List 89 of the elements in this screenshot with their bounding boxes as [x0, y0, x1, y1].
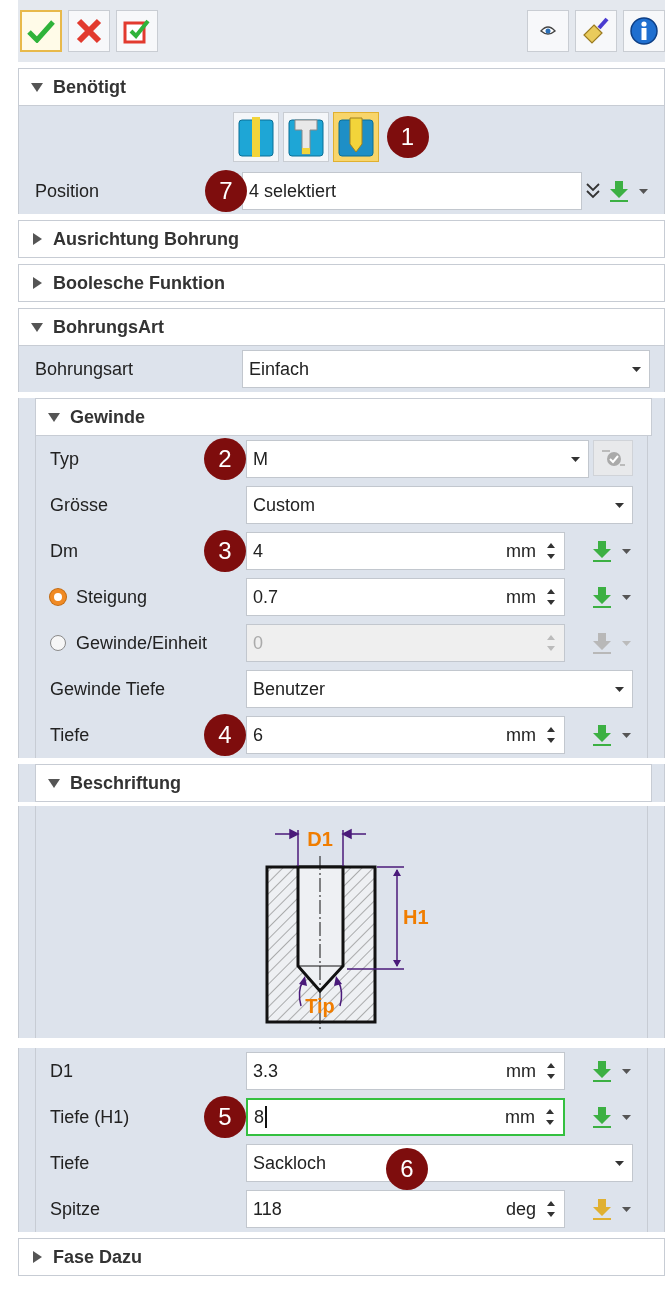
field-label: Tiefe (H1): [50, 1106, 130, 1128]
hole-type-button[interactable]: [282, 112, 329, 162]
caret-icon: [615, 1160, 624, 1166]
unit-label: mm: [506, 1060, 536, 1082]
callout-number: 3: [204, 530, 246, 572]
caret-icon: [639, 188, 648, 194]
dimension-label: D1: [306, 828, 333, 850]
field-label: Grösse: [50, 494, 109, 516]
field-label: Position: [35, 180, 100, 202]
through-hole-icon: [236, 116, 275, 158]
callout-number: 4: [204, 714, 246, 756]
dimension-label: H1: [402, 906, 429, 928]
unit-label: mm: [506, 586, 536, 608]
brush-button[interactable]: [575, 10, 617, 52]
apply-button[interactable]: [116, 10, 158, 52]
caret-icon: [571, 456, 580, 462]
number-field[interactable]: 4 mm: [246, 532, 565, 570]
hole-type-button[interactable]: [232, 112, 279, 162]
caret-icon: [632, 366, 641, 372]
radio-button[interactable]: [50, 589, 66, 605]
dropdown[interactable]: Custom: [246, 486, 633, 524]
hole-type-button[interactable]: [332, 112, 379, 162]
dropdown[interactable]: Einfach: [242, 350, 650, 388]
arrow-down-icon: [607, 179, 631, 203]
section-header[interactable]: Benötigt: [18, 68, 665, 106]
field-label: Typ: [50, 448, 79, 470]
caret-icon: [615, 686, 624, 692]
callout-number: 1: [386, 116, 429, 158]
triangle-icon: [31, 1251, 43, 1263]
field-label: Gewinde Tiefe: [50, 678, 166, 700]
selection-field[interactable]: 4 selektiert: [242, 172, 582, 210]
caret-icon: [622, 1114, 631, 1120]
triangle-icon: [31, 233, 43, 245]
field-label: Spitze: [50, 1198, 101, 1220]
caret-icon: [622, 1206, 631, 1212]
brush-icon: [582, 17, 610, 45]
field-label: Gewinde/Einheit: [76, 632, 208, 654]
section-header[interactable]: Boolesche Funktion: [18, 264, 665, 302]
cancel-button[interactable]: [68, 10, 110, 52]
double-chevron-icon[interactable]: [585, 182, 601, 200]
dropdown[interactable]: M: [246, 440, 589, 478]
ok-button[interactable]: [20, 10, 62, 52]
field-label: Bohrungsart: [35, 358, 134, 380]
triangle-icon: [31, 81, 43, 93]
caret-icon: [622, 594, 631, 600]
field-label: Steigung: [76, 586, 148, 608]
section-header[interactable]: Gewinde: [35, 398, 652, 436]
unit-label: mm: [506, 724, 536, 746]
info-icon: [629, 16, 659, 46]
callout-number: 2: [204, 438, 246, 480]
number-field[interactable]: 118 deg: [246, 1190, 565, 1228]
checkbox-icon: [123, 18, 151, 44]
section-header[interactable]: Beschriftung: [35, 764, 652, 802]
check-icon: [27, 19, 55, 43]
number-field[interactable]: 8 mm: [246, 1098, 565, 1136]
dimension-label: Tip: [304, 995, 335, 1017]
text-cursor: [265, 1106, 267, 1128]
unit-label: mm: [506, 540, 536, 562]
caret-icon: [622, 640, 631, 646]
number-field[interactable]: 3.3 mm: [246, 1052, 565, 1090]
field-label: Tiefe: [50, 724, 90, 746]
unit-label: deg: [505, 1198, 536, 1220]
field-label: Dm: [50, 540, 78, 562]
field-label: Tiefe: [50, 1152, 90, 1174]
caret-icon: [622, 548, 631, 554]
triangle-icon: [31, 321, 43, 333]
caret-icon: [615, 502, 624, 508]
caret-icon: [622, 732, 631, 738]
view-button[interactable]: [527, 10, 569, 52]
callout-number: 7: [205, 170, 247, 212]
check-circle-icon: [600, 447, 626, 469]
number-field[interactable]: 6 mm: [246, 716, 565, 754]
info-button[interactable]: [623, 10, 665, 52]
caret-icon: [622, 1068, 631, 1074]
counterbore-icon: [286, 116, 325, 158]
number-field[interactable]: 0.7 mm: [246, 578, 565, 616]
section-header[interactable]: BohrungsArt: [18, 308, 665, 346]
close-icon: [76, 18, 102, 44]
section-header[interactable]: Fase Dazu: [18, 1238, 665, 1276]
callout-number: 5: [204, 1096, 246, 1138]
eye-icon: [540, 25, 556, 37]
dropdown[interactable]: Benutzer: [246, 670, 633, 708]
triangle-icon: [31, 277, 43, 289]
field-label: D1: [50, 1060, 73, 1082]
section-header[interactable]: Ausrichtung Bohrung: [18, 220, 665, 258]
unit-label: mm: [505, 1106, 535, 1128]
triangle-icon: [48, 777, 60, 789]
triangle-icon: [48, 411, 60, 423]
blind-hole-icon: [336, 116, 375, 158]
